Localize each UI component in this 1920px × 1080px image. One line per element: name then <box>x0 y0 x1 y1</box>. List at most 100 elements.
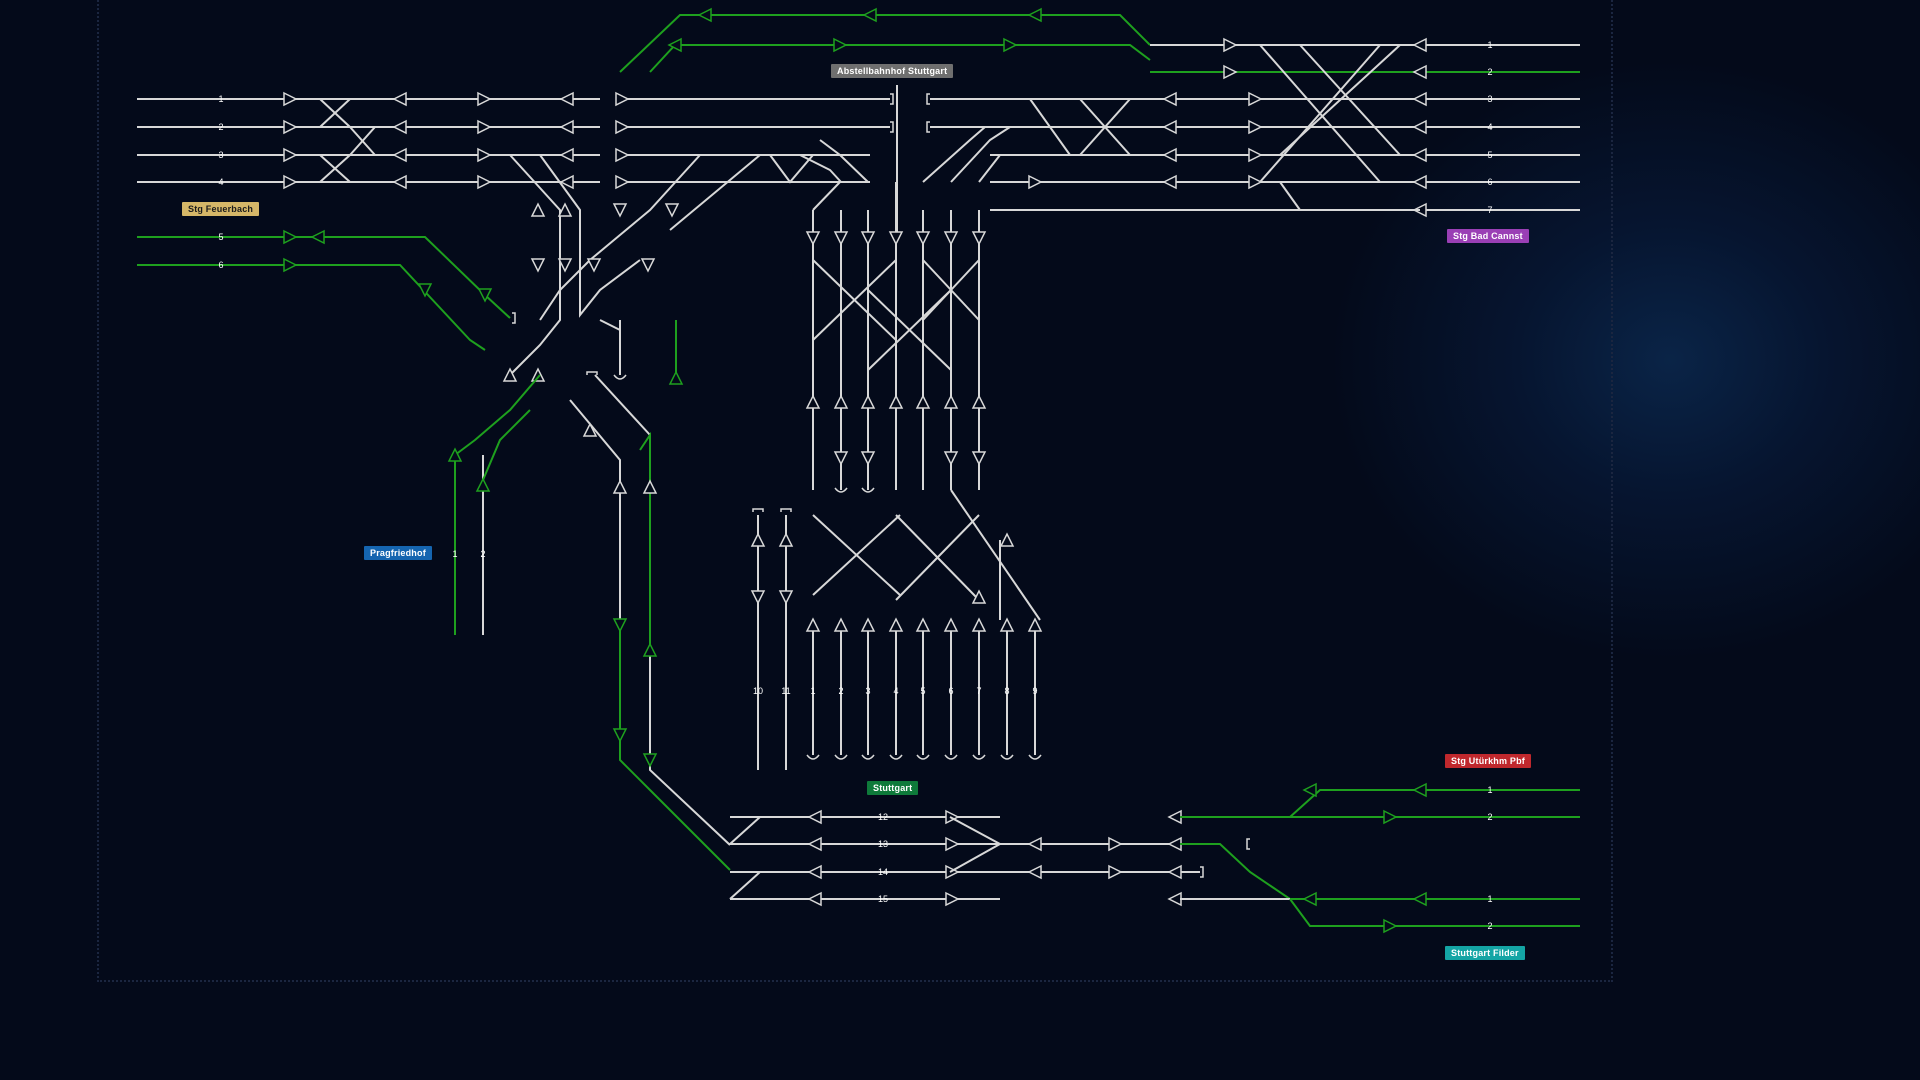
signal-icon[interactable] <box>1027 617 1043 632</box>
signal-icon[interactable] <box>1162 174 1177 190</box>
station-label-abstellbahnhof[interactable]: Abstellbahnhof Stuttgart <box>831 64 954 78</box>
signal-icon[interactable] <box>971 394 987 409</box>
signal-icon[interactable] <box>1027 836 1042 852</box>
signal-icon[interactable] <box>477 91 492 107</box>
signal-icon[interactable] <box>860 394 876 409</box>
signal-icon[interactable] <box>915 231 931 246</box>
signal-icon[interactable] <box>612 479 628 494</box>
signal-icon[interactable] <box>971 617 987 632</box>
signal-icon[interactable] <box>888 617 904 632</box>
signal-icon[interactable] <box>945 891 960 907</box>
signal-icon[interactable] <box>615 147 630 163</box>
signal-icon[interactable] <box>475 477 491 492</box>
signal-icon[interactable] <box>392 91 407 107</box>
signal-icon[interactable] <box>805 394 821 409</box>
signal-icon[interactable] <box>615 119 630 135</box>
signal-icon[interactable] <box>999 617 1015 632</box>
signal-icon[interactable] <box>697 7 712 23</box>
signal-icon[interactable] <box>530 367 546 382</box>
signal-icon[interactable] <box>1028 174 1043 190</box>
signal-icon[interactable] <box>860 231 876 246</box>
signal-icon[interactable] <box>888 231 904 246</box>
signal-icon[interactable] <box>807 891 822 907</box>
signal-icon[interactable] <box>1167 891 1182 907</box>
signal-icon[interactable] <box>1412 91 1427 107</box>
station-label-bad-cannstatt[interactable]: Stg Bad Cannst <box>1447 229 1529 243</box>
signal-icon[interactable] <box>1412 782 1427 798</box>
signal-icon[interactable] <box>477 119 492 135</box>
signal-icon[interactable] <box>1162 147 1177 163</box>
signal-icon[interactable] <box>283 91 298 107</box>
station-label-untertuerkheim[interactable]: Stg Utürkhm Pbf <box>1445 754 1531 768</box>
signal-icon[interactable] <box>1302 782 1317 798</box>
signal-icon[interactable] <box>1302 891 1317 907</box>
signal-icon[interactable] <box>559 119 574 135</box>
signal-icon[interactable] <box>833 394 849 409</box>
signal-icon[interactable] <box>1167 836 1182 852</box>
signal-icon[interactable] <box>1412 119 1427 135</box>
signal-icon[interactable] <box>1162 91 1177 107</box>
signal-icon[interactable] <box>778 590 794 605</box>
signal-icon[interactable] <box>1248 174 1263 190</box>
signal-icon[interactable] <box>586 258 602 273</box>
signal-icon[interactable] <box>530 202 546 217</box>
signal-icon[interactable] <box>971 231 987 246</box>
signal-icon[interactable] <box>477 174 492 190</box>
signal-icon[interactable] <box>283 174 298 190</box>
signal-icon[interactable] <box>392 147 407 163</box>
signal-icon[interactable] <box>1412 64 1427 80</box>
station-label-stuttgart[interactable]: Stuttgart <box>867 781 919 795</box>
signal-icon[interactable] <box>642 753 658 768</box>
signal-icon[interactable] <box>1248 119 1263 135</box>
station-label-feuerbach[interactable]: Stg Feuerbach <box>182 202 260 216</box>
signal-icon[interactable] <box>283 229 298 245</box>
signal-icon[interactable] <box>559 147 574 163</box>
signal-icon[interactable] <box>1027 7 1042 23</box>
signal-icon[interactable] <box>1162 119 1177 135</box>
signal-icon[interactable] <box>612 203 628 218</box>
signal-icon[interactable] <box>945 836 960 852</box>
signal-icon[interactable] <box>640 258 656 273</box>
signal-icon[interactable] <box>392 174 407 190</box>
signal-icon[interactable] <box>283 119 298 135</box>
signal-icon[interactable] <box>668 370 684 385</box>
signal-icon[interactable] <box>833 617 849 632</box>
signal-icon[interactable] <box>999 532 1015 547</box>
signal-icon[interactable] <box>862 7 877 23</box>
signal-icon[interactable] <box>833 231 849 246</box>
signal-icon[interactable] <box>615 91 630 107</box>
signal-icon[interactable] <box>805 231 821 246</box>
signal-icon[interactable] <box>1167 864 1182 880</box>
signal-icon[interactable] <box>915 394 931 409</box>
signal-icon[interactable] <box>807 836 822 852</box>
signal-icon[interactable] <box>807 864 822 880</box>
signal-icon[interactable] <box>1223 37 1238 53</box>
signal-icon[interactable] <box>612 618 628 633</box>
signal-icon[interactable] <box>943 451 959 466</box>
signal-icon[interactable] <box>559 91 574 107</box>
signal-icon[interactable] <box>971 451 987 466</box>
signal-icon[interactable] <box>1383 918 1398 934</box>
signal-icon[interactable] <box>417 283 433 298</box>
signal-icon[interactable] <box>750 590 766 605</box>
signal-icon[interactable] <box>915 617 931 632</box>
station-label-filder[interactable]: Stuttgart Filder <box>1445 946 1525 960</box>
signal-icon[interactable] <box>860 617 876 632</box>
signal-icon[interactable] <box>1412 174 1427 190</box>
signal-icon[interactable] <box>477 147 492 163</box>
signal-icon[interactable] <box>1167 809 1182 825</box>
signal-icon[interactable] <box>612 728 628 743</box>
signal-icon[interactable] <box>888 394 904 409</box>
signal-icon[interactable] <box>1248 147 1263 163</box>
signal-icon[interactable] <box>807 809 822 825</box>
signal-icon[interactable] <box>833 451 849 466</box>
signal-icon[interactable] <box>642 479 658 494</box>
signal-icon[interactable] <box>530 258 546 273</box>
signal-icon[interactable] <box>1108 836 1123 852</box>
signal-icon[interactable] <box>1412 147 1427 163</box>
signal-icon[interactable] <box>778 532 794 547</box>
signal-icon[interactable] <box>392 119 407 135</box>
signal-icon[interactable] <box>283 257 298 273</box>
signal-icon[interactable] <box>615 174 630 190</box>
signal-icon[interactable] <box>283 147 298 163</box>
